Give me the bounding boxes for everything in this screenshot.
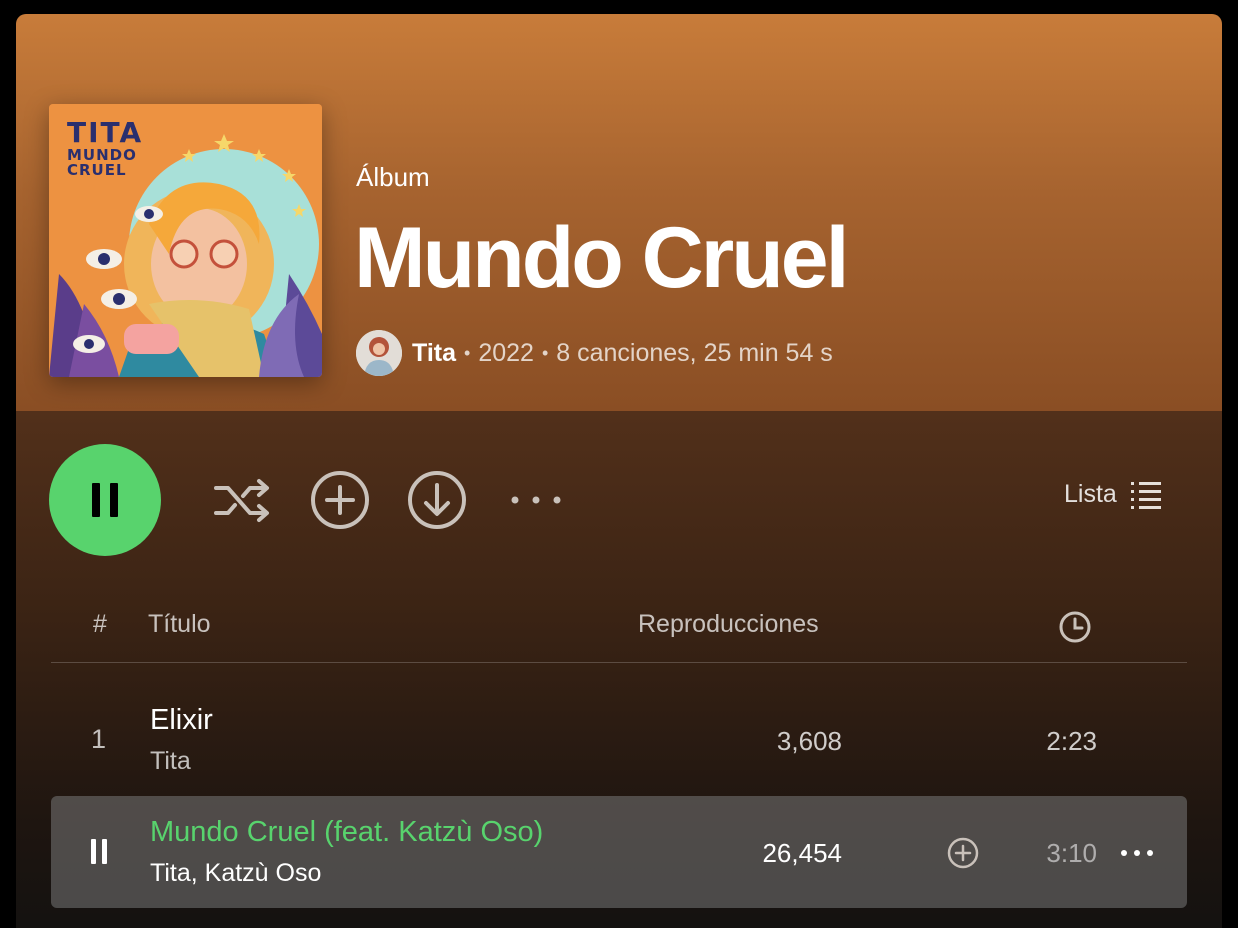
track-plays: 3,608: [776, 726, 842, 756]
track-duration: 2:23: [1046, 726, 1097, 756]
artist-link[interactable]: Tita: [412, 339, 456, 368]
column-duration[interactable]: [1058, 610, 1092, 651]
shuffle-button[interactable]: [212, 469, 274, 531]
shuffle-icon: [214, 479, 269, 522]
track-table-header: # Título Reproducciones: [51, 604, 1187, 663]
add-circle-icon: [311, 471, 369, 529]
track-number: 1: [91, 724, 107, 754]
artist-avatar-image: [356, 330, 402, 376]
column-title[interactable]: Título: [148, 610, 211, 639]
track-plays: 26,454: [762, 838, 842, 868]
album-page: TITA MUNDO CRUEL Álbum Mundo Cruel Tita …: [16, 14, 1222, 928]
artist-avatar[interactable]: [356, 330, 402, 376]
album-cover-title: TITA MUNDO CRUEL: [67, 118, 143, 178]
track-row[interactable]: 1 Elixir Tita 3,608 2:23: [51, 684, 1187, 796]
download-button[interactable]: [406, 469, 468, 531]
list-view-toggle[interactable]: Lista: [1064, 480, 1161, 509]
pause-icon: [92, 483, 118, 517]
meta-separator: •: [541, 342, 549, 363]
album-meta: Tita • 2022 • 8 canciones, 25 min 54 s: [356, 328, 833, 378]
track-row-playing[interactable]: Mundo Cruel (feat. Katzù Oso) Tita, Katz…: [51, 796, 1187, 908]
meta-separator: •: [464, 342, 471, 363]
track-artists[interactable]: Tita: [150, 747, 191, 776]
more-icon: [1121, 850, 1153, 856]
album-cover: TITA MUNDO CRUEL: [49, 104, 322, 377]
cover-text-title-2: CRUEL: [67, 161, 127, 179]
more-options-button[interactable]: [505, 469, 567, 531]
cover-text-artist: TITA: [67, 116, 144, 149]
track-title[interactable]: Mundo Cruel (feat. Katzù Oso): [150, 816, 543, 849]
track-more-button[interactable]: [1119, 836, 1155, 875]
add-to-library-button[interactable]: [309, 469, 371, 531]
list-icon: [1130, 481, 1161, 509]
more-icon: [511, 496, 561, 504]
download-icon: [408, 471, 466, 529]
column-number: #: [93, 610, 107, 638]
add-circle-icon: [947, 837, 979, 869]
column-plays[interactable]: Reproducciones: [638, 610, 819, 639]
row-pause-icon[interactable]: [91, 839, 107, 864]
list-view-label: Lista: [1064, 480, 1117, 508]
track-title[interactable]: Elixir: [150, 704, 213, 737]
track-duration: 3:10: [1046, 838, 1097, 868]
save-track-button[interactable]: [946, 836, 980, 875]
track-artists[interactable]: Tita, Katzù Oso: [150, 859, 321, 888]
page-title: Mundo Cruel: [354, 210, 849, 306]
album-year: 2022: [478, 338, 534, 367]
album-type-label: Álbum: [356, 162, 430, 192]
play-pause-button[interactable]: [49, 444, 161, 556]
clock-icon: [1059, 611, 1091, 643]
album-summary: 8 canciones, 25 min 54 s: [556, 338, 833, 367]
